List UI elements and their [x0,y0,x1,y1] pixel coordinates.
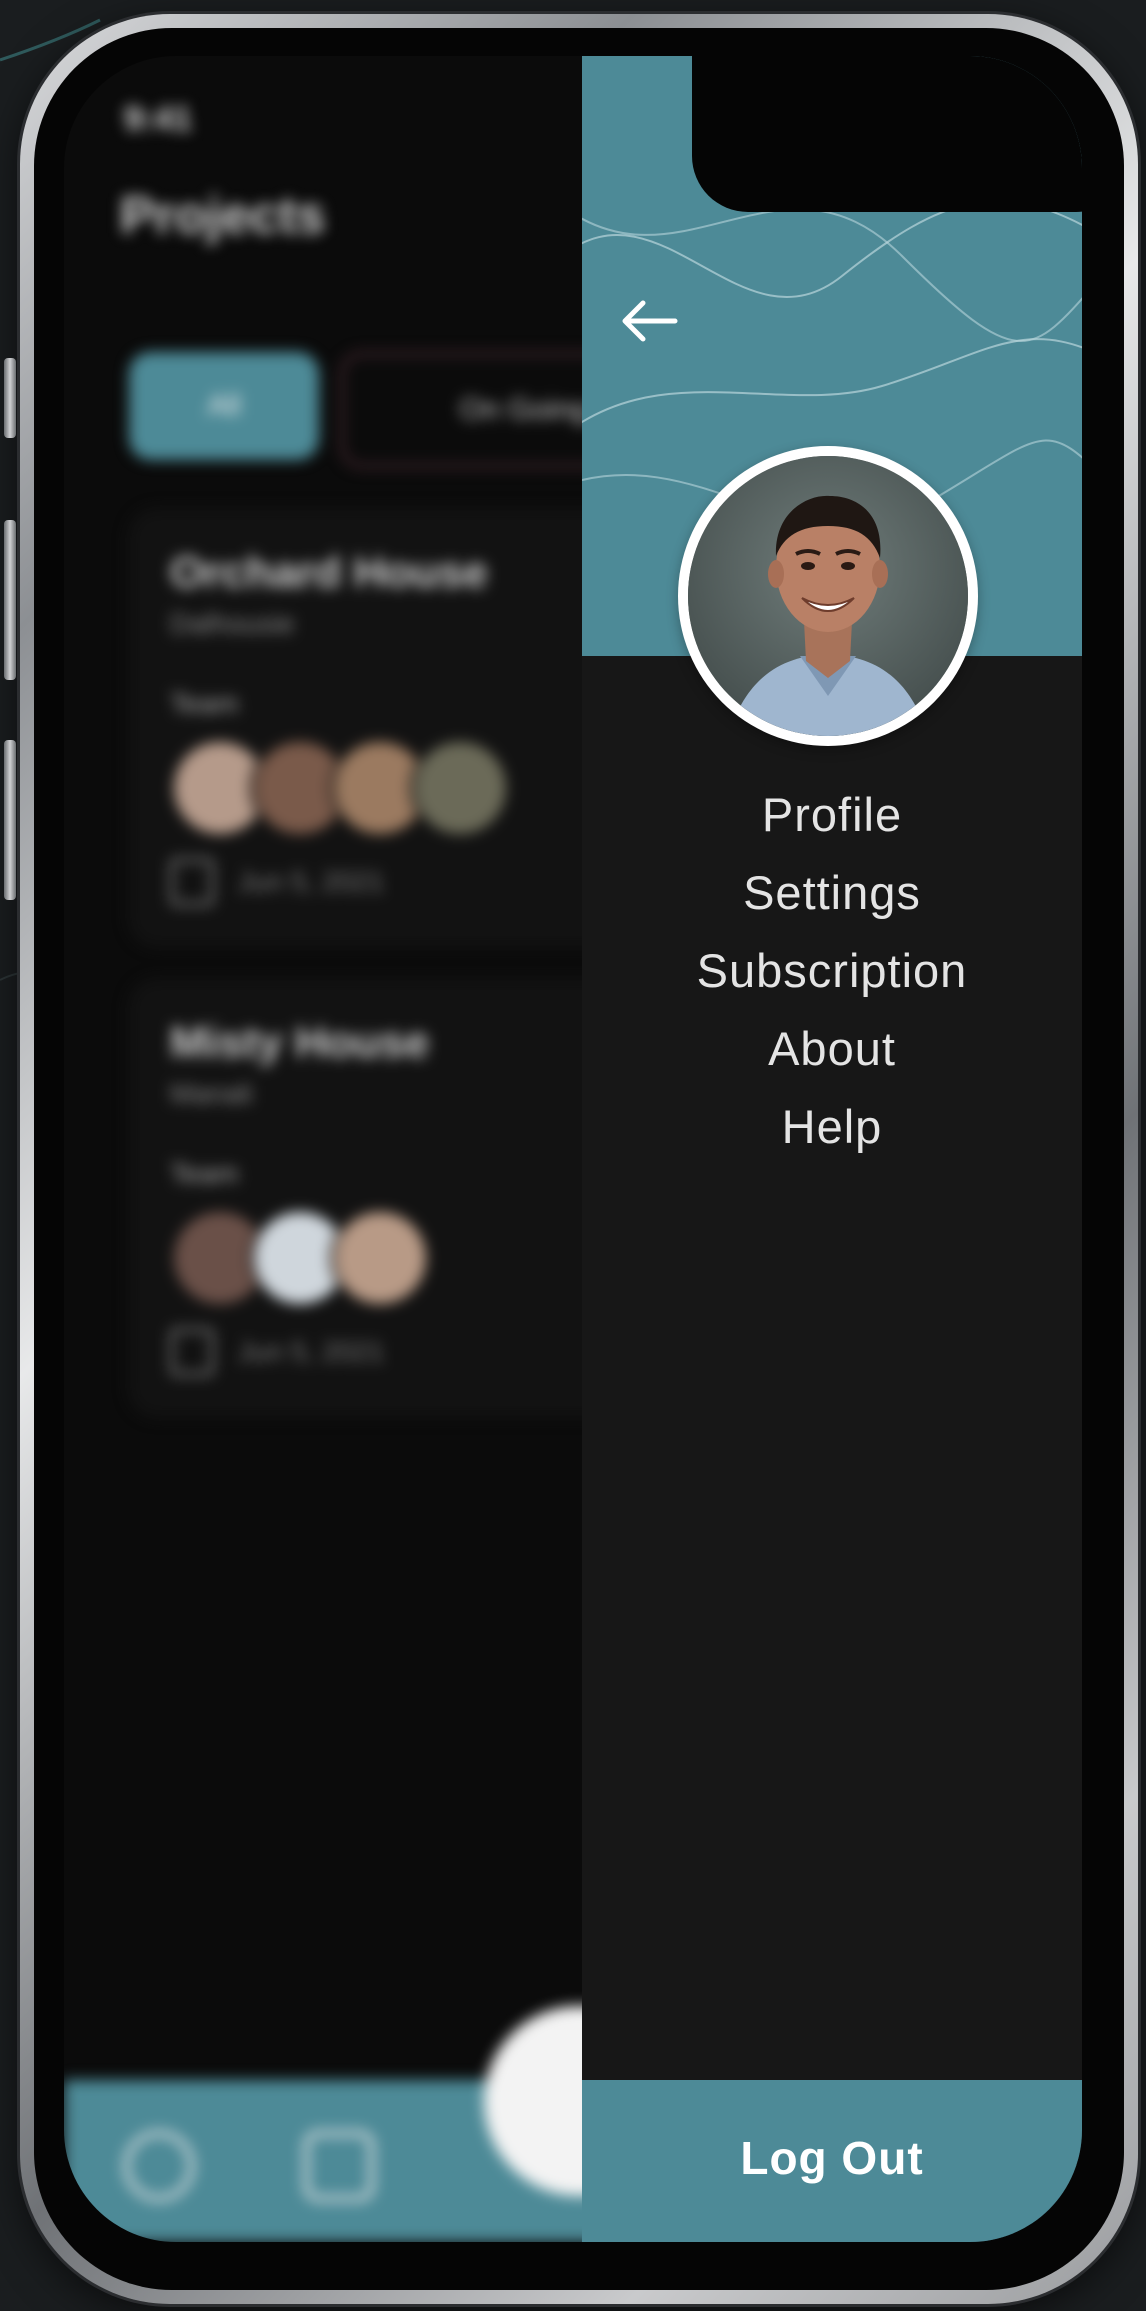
filter-chip-all[interactable]: All [129,352,319,460]
back-button[interactable] [614,286,684,356]
profile-photo [688,456,968,736]
menu-item-settings[interactable]: Settings [582,854,1082,932]
phone-notch [692,56,1082,212]
team-avatars [170,1208,430,1308]
menu-item-subscription[interactable]: Subscription [582,932,1082,1010]
person-photo-icon [688,456,968,736]
profile-avatar[interactable] [678,446,978,746]
status-time: 9:41 [124,100,193,138]
menu-item-help[interactable]: Help [582,1088,1082,1166]
page-title: Projects [120,187,326,245]
logout-button[interactable]: Log Out [582,2080,1082,2242]
menu-item-profile[interactable]: Profile [582,776,1082,854]
team-label: Team [170,688,239,719]
project-name: Orchard House [170,548,488,597]
date-label: Jun 5, 2021 [238,866,385,897]
side-drawer: Profile Settings Subscription About Help… [582,56,1082,2242]
volume-button [4,358,16,438]
calendar-icon [170,1328,214,1376]
calendar-icon [170,858,214,906]
avatar [410,738,510,838]
menu-item-about[interactable]: About [582,1010,1082,1088]
volume-button [4,740,16,900]
logout-label: Log Out [740,2131,924,2184]
avatar [330,1208,430,1308]
arrow-left-icon [622,300,678,342]
project-location: Dalhousie [170,608,295,639]
project-location: Manali [170,1078,253,1109]
project-name: Misty House [170,1018,430,1067]
home-icon[interactable] [124,2131,194,2201]
project-date: Jun 5, 2021 [170,1328,384,1376]
project-date: Jun 5, 2021 [170,858,384,906]
drawer-menu: Profile Settings Subscription About Help [582,776,1082,1166]
volume-button [4,520,16,680]
team-avatars [170,738,510,838]
team-label: Team [170,1158,239,1189]
screen: 9:41 Projects All On Going Orchard House… [64,56,1082,2242]
tasks-icon[interactable] [304,2131,374,2201]
date-label: Jun 5, 2021 [238,1336,385,1367]
